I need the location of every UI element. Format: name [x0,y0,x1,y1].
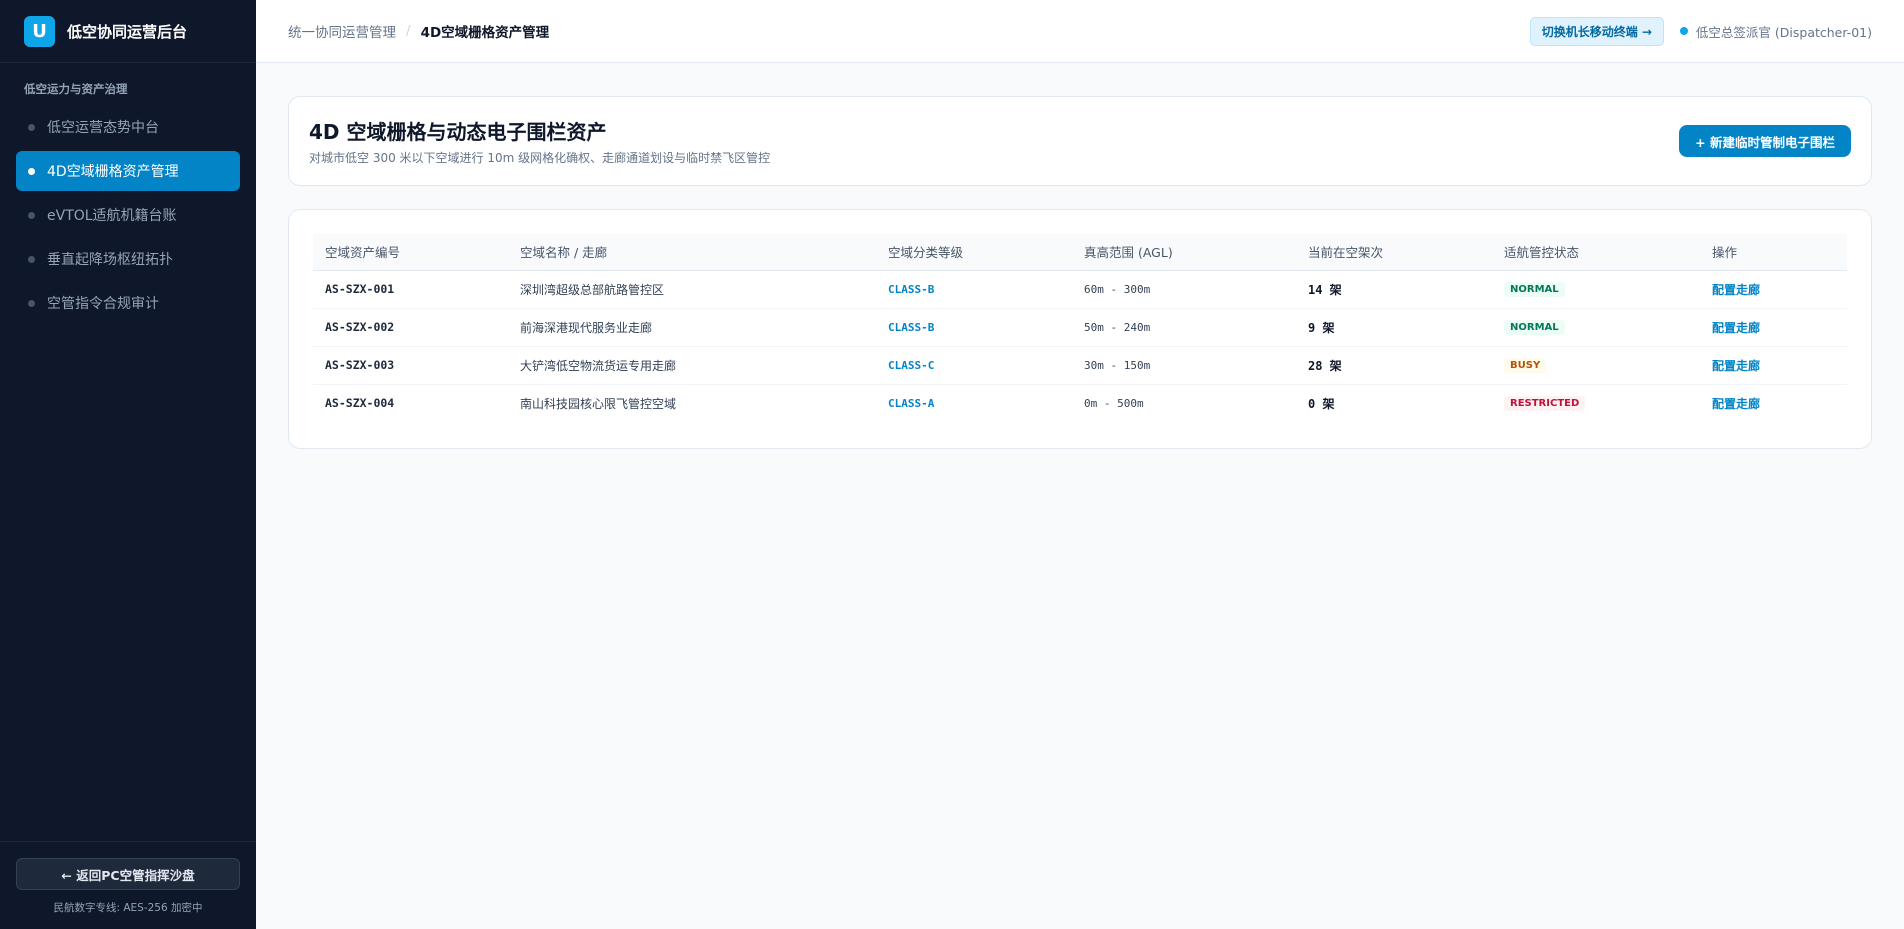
configure-corridor-link[interactable]: 配置走廊 [1712,321,1760,335]
breadcrumb-separator: / [406,23,411,39]
column-header: 真高范围 (AGL) [1072,234,1296,271]
status-cell: RESTRICTED [1492,384,1700,422]
brand-title: 低空协同运营后台 [67,22,188,41]
sidebar-item-label: eVTOL适航机籍台账 [47,208,177,224]
status-cell: NORMAL [1492,270,1700,309]
asset-id: AS-SZX-001 [313,270,508,309]
sidebar-item-label: 低空运营态势中台 [47,120,159,136]
status-cell: NORMAL [1492,308,1700,347]
column-header: 空域名称 / 走廊 [508,234,876,271]
nav-section-label: 低空运力与资产治理 [24,82,128,96]
table-row: AS-SZX-001 深圳湾超级总部航路管控区 CLASS-B 60m - 30… [313,270,1847,309]
table-row: AS-SZX-002 前海深港现代服务业走廊 CLASS-B 50m - 240… [313,308,1847,347]
page-title: 4D 空域栅格与动态电子围栏资产 [309,120,607,144]
breadcrumb-parent[interactable]: 统一协同运营管理 [288,21,396,41]
brand: U 低空协同运营后台 [0,0,256,63]
sidebar: U 低空协同运营后台 低空运力与资产治理 低空运营态势中台 4D空域栅格资产管理… [0,0,256,929]
sidebar-footer: ← 返回PC空管指挥沙盘 民航数字专线: AES-256 加密中 [0,841,256,929]
asset-id: AS-SZX-004 [325,396,395,411]
sidebar-item-compliance-audit[interactable]: 空管指令合规审计 [16,283,240,323]
airspace-name: 大铲湾低空物流货运专用走廊 [508,346,876,385]
encryption-note: 民航数字专线: AES-256 加密中 [53,902,203,914]
action-cell: 配置走廊 [1700,270,1847,309]
airspace-name: 深圳湾超级总部航路管控区 [508,270,876,309]
sidebar-item-ops-dashboard[interactable]: 低空运营态势中台 [16,107,240,147]
content: 4D 空域栅格与动态电子围栏资产 对城市低空 300 米以下空域进行 10m 级… [256,63,1904,449]
airspace-class: CLASS-A [888,396,935,410]
agl-range: 30m - 150m [1072,346,1296,385]
airspace-name: 南山科技园核心限飞管控空域 [520,396,677,411]
action-cell: 配置走廊 [1700,346,1847,385]
user-status: 低空总签派官 (Dispatcher-01) [1679,22,1872,41]
breadcrumb-current: 4D空域栅格资产管理 [420,25,550,41]
aircraft-count: 28 架 [1296,346,1492,385]
airspace-table: 空域资产编号 空域名称 / 走廊 空域分类等级 真高范围 (AGL) 当前在空架… [313,234,1847,422]
breadcrumb: 统一协同运营管理 / 4D空域栅格资产管理 [288,21,549,41]
online-status-icon [1679,27,1688,35]
sidebar-item-airspace-grid[interactable]: 4D空域栅格资产管理 [16,151,240,191]
column-header: 适航管控状态 [1492,234,1700,271]
airspace-class: CLASS-B [876,308,1072,347]
status-badge: NORMAL [1504,282,1565,297]
sidebar-item-label: 垂直起降场枢纽拓扑 [47,252,173,268]
aircraft-count: 14 架 [1296,270,1492,309]
status-badge: BUSY [1504,358,1547,373]
airspace-name: 前海深港现代服务业走廊 [508,308,876,347]
status-badge: NORMAL [1504,320,1565,335]
agl-range: 0m - 500m [1084,396,1144,410]
topbar: 统一协同运营管理 / 4D空域栅格资产管理 切换机长移动终端 → 低空总签派官 … [256,0,1904,63]
new-geofence-button[interactable]: + 新建临时管制电子围栏 [1679,125,1851,157]
column-header: 空域资产编号 [313,234,508,271]
action-cell: 配置走廊 [1700,308,1847,347]
page-subtitle: 对城市低空 300 米以下空域进行 10m 级网格化确权、走廊通道划设与临时禁飞… [309,151,771,165]
aircraft-count: 9 架 [1296,308,1492,347]
table-header-row: 空域资产编号 空域名称 / 走廊 空域分类等级 真高范围 (AGL) 当前在空架… [313,234,1847,271]
switch-mobile-terminal-button[interactable]: 切换机长移动终端 → [1529,16,1664,46]
status-cell: BUSY [1492,346,1700,385]
bullet-icon [28,167,35,175]
main-area: 统一协同运营管理 / 4D空域栅格资产管理 切换机长移动终端 → 低空总签派官 … [256,0,1904,929]
sidebar-item-evtol-registry[interactable]: eVTOL适航机籍台账 [16,195,240,235]
user-label: 低空总签派官 (Dispatcher-01) [1695,24,1872,40]
agl-range: 50m - 240m [1072,308,1296,347]
brand-logo: U [24,15,55,47]
topbar-actions: 切换机长移动终端 → 低空总签派官 (Dispatcher-01) [1529,16,1872,46]
action-cell: 配置走廊 [1700,384,1847,422]
agl-range: 60m - 300m [1072,270,1296,309]
aircraft-count: 0 架 [1308,396,1335,411]
airspace-table-card: 空域资产编号 空域名称 / 走廊 空域分类等级 真高范围 (AGL) 当前在空架… [288,209,1872,449]
bullet-icon [28,255,35,263]
status-badge: RESTRICTED [1504,396,1586,412]
configure-corridor-link[interactable]: 配置走廊 [1712,397,1760,411]
back-to-sandbox-button[interactable]: ← 返回PC空管指挥沙盘 [16,858,240,890]
page-heading: 4D 空域栅格与动态电子围栏资产 对城市低空 300 米以下空域进行 10m 级… [309,116,770,166]
airspace-class: CLASS-B [876,270,1072,309]
sidebar-nav: 低空运营态势中台 4D空域栅格资产管理 eVTOL适航机籍台账 垂直起降场枢纽拓… [0,107,256,841]
sidebar-item-label: 空管指令合规审计 [47,296,159,312]
column-header: 空域分类等级 [876,234,1072,271]
configure-corridor-link[interactable]: 配置走廊 [1712,283,1760,297]
bullet-icon [28,299,35,307]
column-header: 当前在空架次 [1296,234,1492,271]
column-header: 操作 [1700,234,1847,271]
configure-corridor-link[interactable]: 配置走廊 [1712,359,1760,373]
bullet-icon [28,123,35,131]
asset-id: AS-SZX-002 [313,308,508,347]
table-row: AS-SZX-004 南山科技园核心限飞管控空域 CLASS-A 0m - 50… [313,384,1847,422]
page-header-card: 4D 空域栅格与动态电子围栏资产 对城市低空 300 米以下空域进行 10m 级… [288,96,1872,186]
sidebar-item-vertiport-topology[interactable]: 垂直起降场枢纽拓扑 [16,239,240,279]
table-row: AS-SZX-003 大铲湾低空物流货运专用走廊 CLASS-C 30m - 1… [313,346,1847,385]
bullet-icon [28,211,35,219]
asset-id: AS-SZX-003 [313,346,508,385]
sidebar-item-label: 4D空域栅格资产管理 [47,164,179,180]
airspace-class: CLASS-C [876,346,1072,385]
